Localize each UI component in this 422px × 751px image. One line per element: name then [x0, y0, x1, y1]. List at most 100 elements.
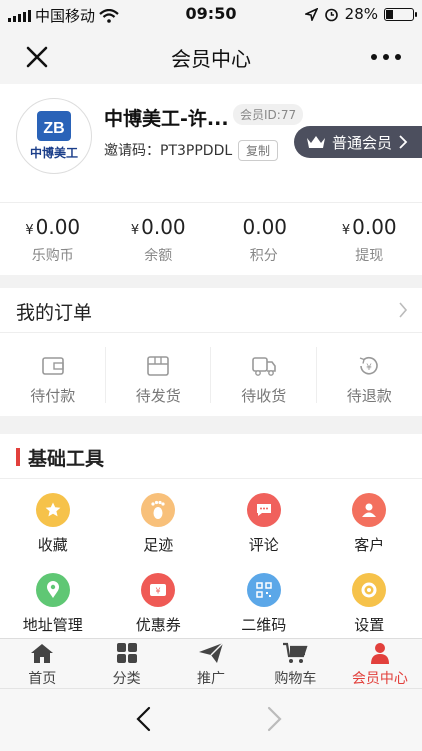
- tool-label: 收藏: [0, 534, 106, 555]
- balance-withdraw[interactable]: ¥0.00 提现: [317, 203, 422, 275]
- battery-percent: 28%: [345, 5, 378, 23]
- chevron-right-icon: [398, 135, 408, 149]
- comment-icon: [247, 493, 281, 527]
- order-pending-receive[interactable]: 待收货: [211, 333, 317, 417]
- tool-qrcode[interactable]: 二维码: [211, 559, 317, 638]
- order-pending-refund[interactable]: ¥ 待退款: [317, 333, 422, 417]
- alarm-icon: [324, 7, 339, 22]
- tool-address[interactable]: 地址管理: [0, 559, 106, 638]
- balance-label: 乐购币: [0, 245, 106, 265]
- status-right: 28%: [305, 5, 414, 23]
- tab-member-center[interactable]: 会员中心: [338, 639, 422, 689]
- tools-title: 基础工具: [28, 444, 104, 471]
- tool-settings[interactable]: 设置: [317, 559, 422, 638]
- balance-value: ¥0.00: [106, 215, 212, 239]
- copy-button[interactable]: 复制: [238, 140, 278, 161]
- tools-section: 基础工具 收藏 足迹 评论 客户 地址管理 ¥ 优惠券 二维码: [0, 434, 422, 638]
- tab-category[interactable]: 分类: [84, 639, 168, 689]
- avatar[interactable]: ZB 中博美工: [16, 98, 92, 174]
- tab-cart[interactable]: 购物车: [253, 639, 337, 689]
- avatar-logo-icon: ZB 中博美工: [17, 99, 91, 173]
- tools-grid: 收藏 足迹 评论 客户 地址管理 ¥ 优惠券 二维码 设置: [0, 479, 422, 638]
- tool-coupons[interactable]: ¥ 优惠券: [106, 559, 212, 638]
- grid-icon: [115, 642, 139, 664]
- vip-label: 普通会员: [332, 132, 392, 153]
- balance-amount: 0.00: [242, 215, 287, 239]
- balance-label: 提现: [317, 245, 422, 265]
- tab-home[interactable]: 首页: [0, 639, 84, 689]
- chevron-right-icon: [398, 302, 408, 318]
- balance-amount: 0.00: [141, 215, 186, 239]
- tab-label: 分类: [84, 668, 168, 688]
- tab-bar: 首页 分类 推广 购物车 会员中心: [0, 638, 422, 689]
- truck-icon: [251, 355, 277, 377]
- balance-value: ¥0.00: [317, 215, 422, 239]
- tool-label: 设置: [317, 614, 422, 635]
- currency-symbol: ¥: [25, 223, 33, 238]
- order-label: 待付款: [0, 385, 106, 406]
- svg-text:¥: ¥: [366, 363, 372, 373]
- tools-header: 基础工具: [0, 434, 422, 479]
- status-bar: 中国移动 09:50 28%: [0, 0, 422, 28]
- forward-arrow-icon[interactable]: [262, 705, 286, 733]
- footprint-icon: [141, 493, 175, 527]
- balance-amount: 0.00: [36, 215, 81, 239]
- vip-level-button[interactable]: 普通会员: [294, 126, 422, 158]
- balance-value: 0.00: [211, 215, 317, 239]
- balance-yue[interactable]: ¥0.00 余额: [106, 203, 212, 275]
- order-status-row: 待付款 待发货 待收货 ¥ 待退款: [0, 333, 422, 417]
- section-accent-bar: [16, 448, 20, 466]
- package-icon: [146, 355, 170, 377]
- more-icon[interactable]: [366, 42, 406, 72]
- invite-code: 邀请码：PT3PPDDL: [104, 140, 232, 160]
- browser-toolbar: [0, 688, 422, 751]
- balance-legou[interactable]: ¥0.00 乐购币: [0, 203, 106, 275]
- tool-label: 评论: [211, 534, 317, 555]
- order-pending-ship[interactable]: 待发货: [106, 333, 212, 417]
- tool-customers[interactable]: 客户: [317, 479, 422, 559]
- order-label: 待退款: [317, 385, 422, 406]
- balance-label: 积分: [211, 245, 317, 265]
- balance-points[interactable]: 0.00 积分: [211, 203, 317, 275]
- back-arrow-icon[interactable]: [132, 705, 156, 733]
- coupon-icon: ¥: [141, 573, 175, 607]
- member-id-badge: 会员ID:77: [233, 104, 303, 125]
- balance-row: ¥0.00 乐购币 ¥0.00 余额 0.00 积分 ¥0.00 提现: [0, 202, 422, 275]
- orders-title: 我的订单: [16, 298, 92, 325]
- settings-icon: [352, 573, 386, 607]
- tab-label: 购物车: [253, 668, 337, 688]
- tool-label: 优惠券: [106, 614, 212, 635]
- tool-comments[interactable]: 评论: [211, 479, 317, 559]
- refund-icon: ¥: [357, 355, 381, 377]
- svg-text:中博美工: 中博美工: [30, 145, 78, 160]
- tab-label: 首页: [0, 668, 84, 688]
- order-label: 待收货: [211, 385, 317, 406]
- order-pending-payment[interactable]: 待付款: [0, 333, 106, 417]
- location-pin-icon: [36, 573, 70, 607]
- battery-icon: [384, 8, 414, 21]
- tab-label: 推广: [169, 668, 253, 688]
- balance-amount: 0.00: [352, 215, 397, 239]
- star-icon: [36, 493, 70, 527]
- wallet-icon: [41, 355, 65, 377]
- cart-icon: [282, 642, 308, 664]
- profile-name: 中博美工-许...: [104, 104, 229, 131]
- svg-text:¥: ¥: [156, 587, 161, 596]
- tool-footprints[interactable]: 足迹: [106, 479, 212, 559]
- balance-value: ¥0.00: [0, 215, 106, 239]
- tool-label: 二维码: [211, 614, 317, 635]
- qrcode-icon: [247, 573, 281, 607]
- send-icon: [198, 642, 224, 664]
- tool-favorites[interactable]: 收藏: [0, 479, 106, 559]
- tab-promote[interactable]: 推广: [169, 639, 253, 689]
- home-icon: [30, 642, 54, 664]
- tool-label: 客户: [317, 534, 422, 555]
- currency-symbol: ¥: [131, 223, 139, 238]
- tool-label: 地址管理: [0, 614, 106, 635]
- balance-label: 余额: [106, 245, 212, 265]
- tab-label: 会员中心: [338, 668, 422, 688]
- crown-icon: [306, 135, 326, 149]
- profile-card: ZB 中博美工 中博美工-许... 会员ID:77 邀请码：PT3PPDDL 复…: [0, 84, 422, 202]
- tool-label: 足迹: [106, 534, 212, 555]
- orders-header[interactable]: 我的订单: [0, 288, 422, 333]
